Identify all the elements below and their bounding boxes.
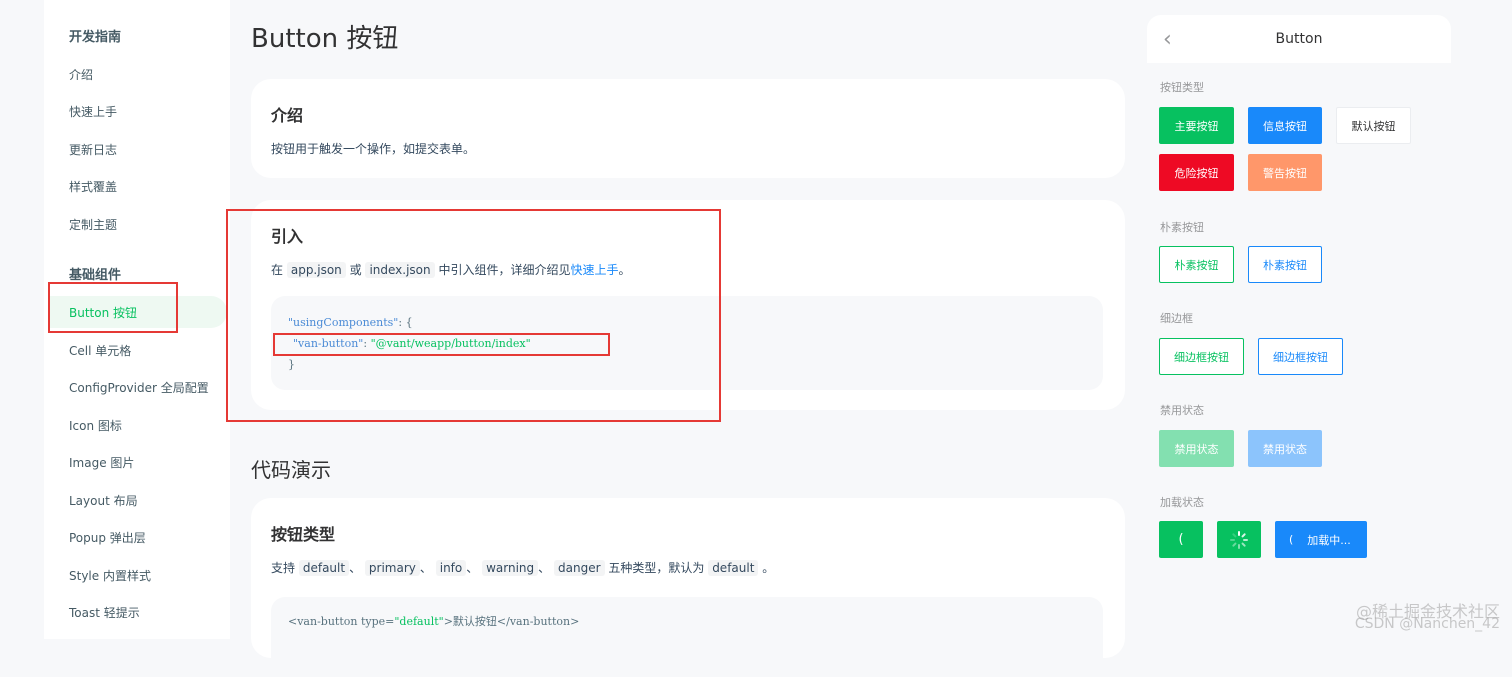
- types-code-block: <van-button type="default">默认按钮</van-but…: [271, 597, 1103, 677]
- sidebar-item-theme[interactable]: 定制主题: [69, 216, 117, 233]
- sidebar-item-popup[interactable]: Popup 弹出层: [69, 529, 146, 546]
- highlight-box-import: [226, 209, 721, 422]
- intro-heading: 介绍: [271, 106, 304, 125]
- intro-card: 介绍 按钮用于触发一个操作，如提交表单。: [251, 79, 1125, 178]
- loading-spinner-icon: (: [1289, 533, 1294, 546]
- loading-button-1[interactable]: (: [1159, 521, 1203, 558]
- sidebar-item-image[interactable]: Image 图片: [69, 454, 134, 471]
- spinner-icon: [1230, 530, 1248, 549]
- disabled-primary-button: 禁用状态: [1159, 430, 1234, 467]
- sidebar-group-dev-guide: 开发指南: [69, 30, 122, 45]
- highlight-box-code-line: [273, 333, 610, 356]
- warning-button[interactable]: 警告按钮: [1248, 154, 1322, 191]
- loading-button-2[interactable]: [1217, 521, 1261, 558]
- plain-primary-button[interactable]: 朴素按钮: [1159, 246, 1234, 283]
- watermark-csdn: CSDN @Nanchen_42: [1354, 616, 1500, 632]
- hairline-info-button[interactable]: 细边框按钮: [1258, 338, 1343, 375]
- sidebar-item-changelog[interactable]: 更新日志: [69, 141, 117, 158]
- demo-label-types: 按钮类型: [1160, 81, 1204, 94]
- loading-spinner-icon: (: [1178, 532, 1184, 547]
- phone-nav-bar: ‹ Button: [1147, 15, 1451, 63]
- demo-label-hairline: 细边框: [1160, 312, 1193, 325]
- sidebar-item-quickstart[interactable]: 快速上手: [69, 103, 117, 120]
- phone-nav-title: Button: [1275, 31, 1323, 47]
- sidebar-item-style[interactable]: Style 内置样式: [69, 567, 151, 584]
- sidebar-item-style-override[interactable]: 样式覆盖: [69, 178, 117, 195]
- demo-section-title: 代码演示: [251, 458, 331, 482]
- sidebar-item-intro[interactable]: 介绍: [69, 66, 93, 83]
- sidebar-item-toast[interactable]: Toast 轻提示: [69, 604, 140, 621]
- left-margin: [0, 0, 44, 639]
- demo-label-loading: 加载状态: [1160, 496, 1204, 509]
- sidebar-item-cell[interactable]: Cell 单元格: [69, 342, 131, 359]
- intro-text: 按钮用于触发一个操作，如提交表单。: [271, 142, 476, 156]
- phone-preview: ‹ Button 按钮类型 主要按钮 信息按钮 默认按钮 危险按钮 警告按钮 朴…: [1147, 15, 1451, 558]
- demo-label-plain: 朴素按钮: [1160, 221, 1204, 234]
- types-code-line-1: <van-button type="default">默认按钮</van-but…: [288, 615, 580, 628]
- page-title: Button 按钮: [251, 24, 399, 54]
- types-heading: 按钮类型: [271, 525, 336, 544]
- loading-text-button[interactable]: ( 加载中...: [1275, 521, 1367, 558]
- disabled-info-button: 禁用状态: [1248, 430, 1322, 467]
- info-button[interactable]: 信息按钮: [1248, 107, 1322, 144]
- sidebar-item-layout[interactable]: Layout 布局: [69, 492, 138, 509]
- demo-label-disabled: 禁用状态: [1160, 404, 1204, 417]
- highlight-box-sidebar: [48, 282, 178, 333]
- sidebar-group-basic: 基础组件: [69, 268, 122, 283]
- plain-info-button[interactable]: 朴素按钮: [1248, 246, 1322, 283]
- sidebar-item-configprovider[interactable]: ConfigProvider 全局配置: [69, 379, 209, 396]
- primary-button[interactable]: 主要按钮: [1159, 107, 1234, 144]
- loading-text: 加载中...: [1307, 533, 1351, 547]
- types-card: 按钮类型 支持 default、 primary、 info、 warning、…: [251, 498, 1125, 677]
- default-button[interactable]: 默认按钮: [1336, 107, 1411, 144]
- danger-button[interactable]: 危险按钮: [1159, 154, 1234, 191]
- hairline-primary-button[interactable]: 细边框按钮: [1159, 338, 1244, 375]
- types-text: 支持 default、 primary、 info、 warning、 dang…: [271, 560, 775, 576]
- sidebar-item-icon[interactable]: Icon 图标: [69, 417, 122, 434]
